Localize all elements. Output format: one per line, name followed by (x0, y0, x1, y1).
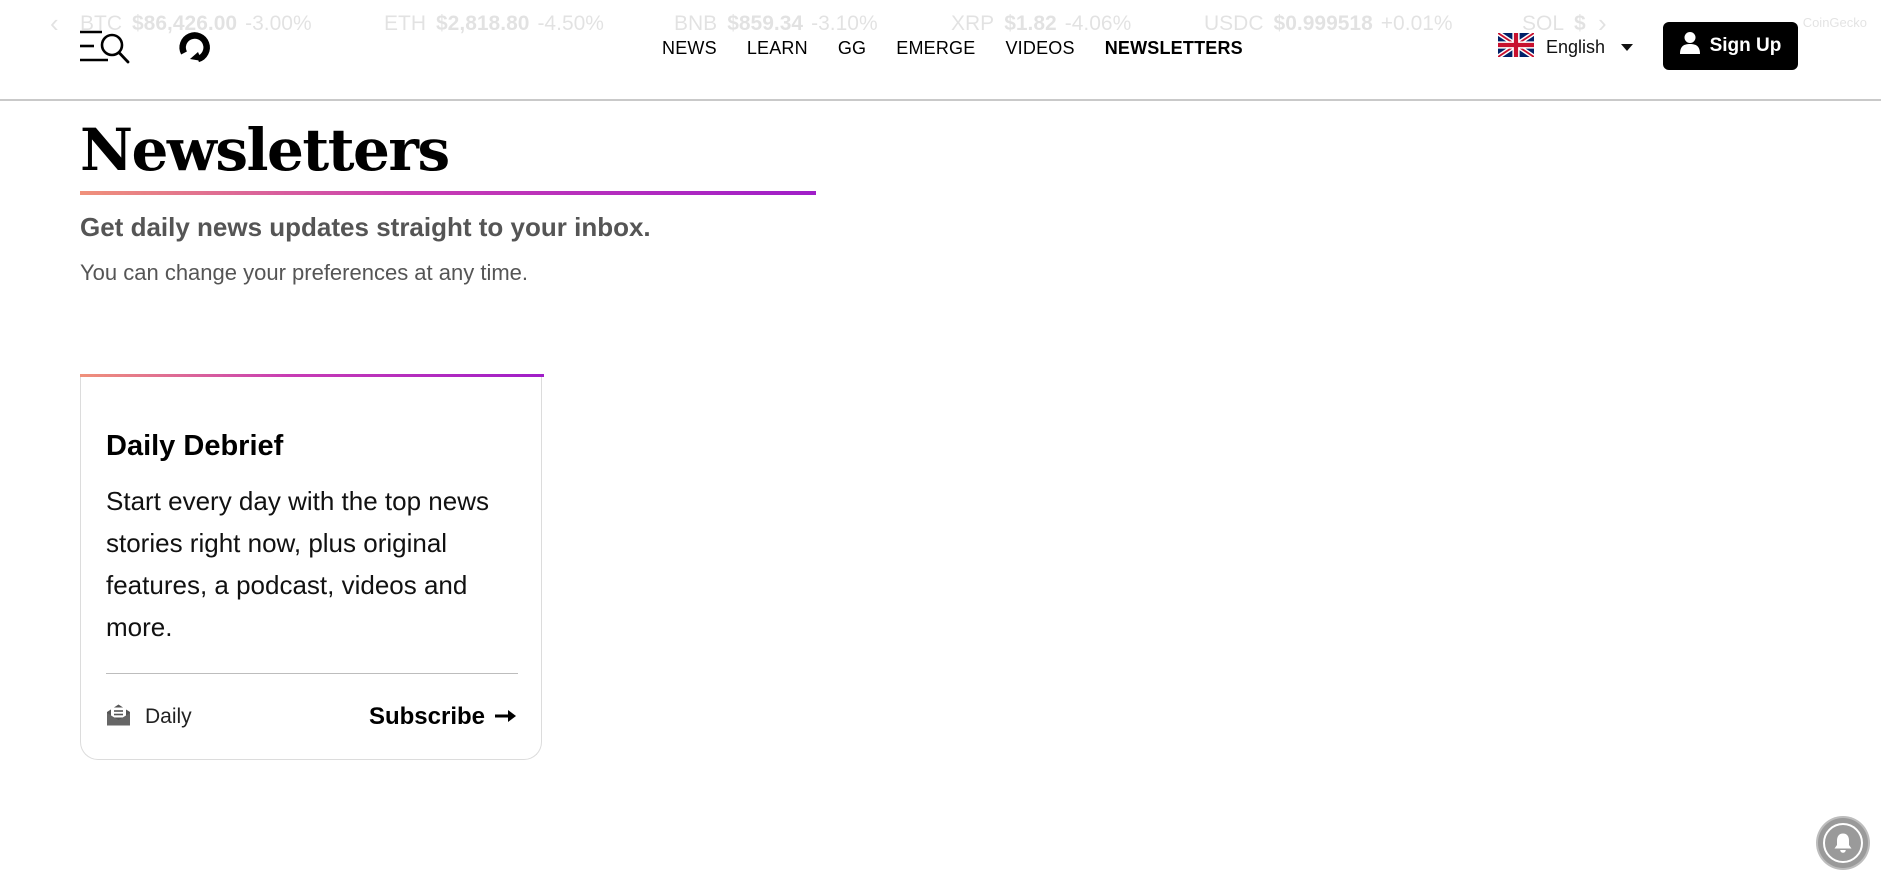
site-header: ‹ BTC $86,426.00 -3.00% ETH $2,818.80 -4.50%… (0, 0, 1881, 101)
nav-videos[interactable]: VIDEOS (1005, 38, 1074, 59)
ticker-change: -4.06% (1064, 12, 1132, 35)
ticker-symbol: XRP (951, 12, 995, 35)
ticker-item-xrp[interactable]: XRP $1.82 -4.06% (951, 12, 1131, 36)
page-subtitle: Get daily news updates straight to your … (80, 212, 651, 242)
card-accent-bar (80, 374, 544, 377)
language-selector[interactable]: English (1496, 30, 1634, 62)
sign-up-label: Sign Up (1709, 35, 1782, 56)
ticker-symbol: BNB (674, 12, 718, 35)
nav-emerge[interactable]: EMERGE (896, 38, 975, 59)
ticker-price: $2,818.80 (436, 12, 530, 35)
ticker-change: -3.10% (811, 12, 878, 35)
ticker-item-bnb[interactable]: BNB $859.34 -3.10% (674, 12, 878, 36)
ticker-symbol: USDC (1204, 12, 1264, 35)
title-divider (80, 191, 816, 195)
frequency-label: Daily (145, 705, 192, 728)
page-description: You can change your preferences at any t… (80, 260, 529, 285)
nav-news[interactable]: NEWS (662, 38, 717, 59)
ticker-change: -3.00% (245, 12, 312, 35)
notification-bell-button[interactable] (1818, 818, 1868, 868)
ticker-prev-arrow[interactable]: ‹ (50, 10, 59, 36)
nav-newsletters[interactable]: NEWSLETTERS (1105, 38, 1243, 59)
bell-icon (1823, 823, 1863, 863)
page-title: Newsletters (80, 116, 450, 184)
newsletter-description: Start every day with the top news storie… (106, 486, 489, 642)
uk-flag-icon (1496, 30, 1536, 62)
sign-up-button[interactable]: Sign Up (1663, 22, 1798, 70)
arrow-right-icon (495, 703, 517, 731)
ticker-item-eth[interactable]: ETH $2,818.80 -4.50% (384, 12, 604, 36)
ticker-price: $859.34 (727, 12, 804, 35)
newsletter-frequency: Daily (106, 704, 192, 730)
ticker-item-usdc[interactable]: USDC $0.999518 +0.01% (1204, 12, 1453, 36)
ticker-credit: CoinGecko (1802, 15, 1867, 30)
page: ‹ BTC $86,426.00 -3.00% ETH $2,818.80 -4.50%… (0, 0, 1881, 880)
newsletter-card: Daily Debrief Start every day with the t… (80, 374, 544, 760)
ticker-price: $ (1574, 12, 1586, 35)
nav-learn[interactable]: LEARN (747, 38, 808, 59)
language-label: English (1546, 36, 1606, 57)
ticker-change: +0.01% (1380, 12, 1453, 35)
newsletter-title: Daily Debrief (106, 430, 284, 462)
menu-search-icon[interactable] (80, 28, 130, 66)
decrypt-logo-icon[interactable] (176, 28, 216, 66)
ticker-symbol: ETH (384, 12, 426, 35)
ticker-price: $0.999518 (1273, 12, 1373, 35)
mail-open-icon (106, 703, 131, 732)
card-divider (106, 673, 518, 674)
main-nav: NEWS LEARN GG EMERGE VIDEOS NEWSLETTERS (662, 36, 1243, 60)
ticker-change: -4.50% (537, 12, 604, 35)
chevron-down-icon (1621, 43, 1634, 51)
subscribe-button[interactable]: Subscribe (369, 702, 517, 732)
ticker-price: $1.82 (1004, 12, 1057, 35)
nav-gg[interactable]: GG (838, 38, 866, 59)
user-icon (1679, 31, 1700, 61)
subscribe-label: Subscribe (368, 703, 485, 730)
